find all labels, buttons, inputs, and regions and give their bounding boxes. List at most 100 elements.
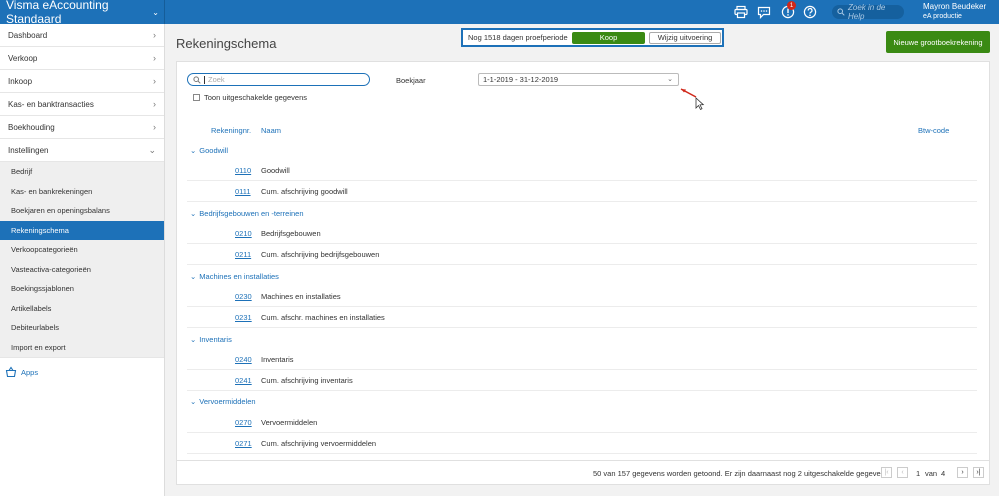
table-row[interactable]: 0211 Cum. afschrijving bedrijfsgebouwen bbox=[187, 244, 977, 265]
column-header-name[interactable]: Naam bbox=[261, 126, 281, 135]
sidebar-item-verkoop[interactable]: Verkoop › bbox=[0, 47, 164, 70]
column-header-vat[interactable]: Btw-code bbox=[918, 126, 949, 135]
sidebar-subitem-bedrijf[interactable]: Bedrijf bbox=[0, 162, 164, 182]
sidebar-item-inkoop[interactable]: Inkoop › bbox=[0, 70, 164, 93]
help-search-input[interactable]: Zoek in de Help bbox=[832, 3, 904, 21]
group-header[interactable]: ⌄ Inventaris bbox=[190, 335, 232, 344]
search-icon bbox=[193, 75, 201, 84]
user-name: Mayron Beudeker bbox=[923, 2, 987, 11]
group-header[interactable]: ⌄ Vervoermiddelen bbox=[190, 397, 256, 406]
first-page-button[interactable]: |‹ bbox=[881, 467, 892, 478]
prev-page-button[interactable]: ‹ bbox=[897, 467, 908, 478]
pagination-bar: 50 van 157 gegevens worden getoond. Er z… bbox=[176, 461, 990, 485]
sidebar-item-instellingen[interactable]: Instellingen ⌄ bbox=[0, 139, 164, 162]
chevron-down-icon: ⌄ bbox=[190, 272, 197, 281]
user-org: eA productie bbox=[923, 13, 962, 20]
chevron-right-icon: › bbox=[153, 76, 156, 86]
apps-label: Apps bbox=[21, 367, 39, 377]
table-row[interactable]: 0230 Machines en installaties bbox=[187, 286, 977, 307]
account-number-link[interactable]: 0271 bbox=[235, 439, 252, 448]
sidebar-subitem-vasteactiva[interactable]: Vasteactiva-categorieën bbox=[0, 260, 164, 280]
sidebar-subitem-artikellabels[interactable]: Artikellabels bbox=[0, 299, 164, 319]
chevron-down-icon: ⌄ bbox=[152, 8, 159, 17]
group-header[interactable]: ⌄ Machines en installaties bbox=[190, 272, 279, 281]
column-header-nr[interactable]: Rekeningnr. bbox=[211, 126, 251, 135]
sidebar-subitem-debiteurlabels[interactable]: Debiteurlabels bbox=[0, 318, 164, 338]
app-title: Visma eAccounting Standaard bbox=[6, 0, 109, 26]
help-icon[interactable] bbox=[803, 5, 817, 19]
buy-button[interactable]: Koop bbox=[572, 31, 645, 44]
table-row[interactable]: 0270 Vervoermiddelen bbox=[187, 412, 977, 433]
checkbox-box[interactable] bbox=[193, 94, 200, 101]
chevron-down-icon: ⌄ bbox=[190, 397, 197, 406]
sidebar-subitem-label: Debiteurlabels bbox=[11, 323, 59, 333]
chevron-right-icon: › bbox=[153, 53, 156, 63]
account-number-link[interactable]: 0110 bbox=[235, 166, 251, 175]
group-name: Inventaris bbox=[199, 335, 232, 344]
annotation-arrow-icon bbox=[680, 88, 705, 111]
group-header[interactable]: ⌄ Goodwill bbox=[190, 146, 228, 155]
sidebar-subitem-label: Bedrijf bbox=[11, 167, 33, 177]
account-number-link[interactable]: 0211 bbox=[235, 250, 251, 259]
account-name: Cum. afschrijving goodwill bbox=[261, 187, 348, 196]
sidebar-subitem-import-export[interactable]: Import en export bbox=[0, 338, 164, 358]
table-row[interactable]: 0241 Cum. afschrijving inventaris bbox=[187, 370, 977, 391]
chevron-down-icon: ⌄ bbox=[190, 335, 197, 344]
sidebar-subitem-kas-bankrekeningen[interactable]: Kas- en bankrekeningen bbox=[0, 182, 164, 202]
last-page-button[interactable]: ›| bbox=[973, 467, 984, 478]
sidebar-item-boekhouding[interactable]: Boekhouding › bbox=[0, 116, 164, 139]
sidebar-item-label: Verkoop bbox=[8, 53, 38, 63]
show-disabled-checkbox[interactable]: Toon uitgeschakelde gegevens bbox=[193, 93, 307, 102]
chevron-right-icon: › bbox=[153, 99, 156, 109]
page-title: Rekeningschema bbox=[176, 36, 277, 51]
account-number-link[interactable]: 0240 bbox=[235, 355, 252, 364]
account-name: Inventaris bbox=[261, 355, 294, 364]
sidebar-subitem-verkoopcategorieen[interactable]: Verkoopcategorieën bbox=[0, 240, 164, 260]
chat-icon[interactable] bbox=[757, 5, 771, 19]
top-bar: Visma eAccounting Standaard ⌄ 1 Zoek in … bbox=[0, 0, 999, 26]
account-number-link[interactable]: 0111 bbox=[235, 187, 251, 196]
sidebar-subitem-boekjaren[interactable]: Boekjaren en openingsbalans bbox=[0, 201, 164, 221]
page-of-label: van bbox=[925, 469, 938, 478]
account-number-link[interactable]: 0230 bbox=[235, 292, 252, 301]
sidebar-subitem-label: Vasteactiva-categorieën bbox=[11, 264, 91, 274]
table-row[interactable]: 0231 Cum. afschr. machines en installatie… bbox=[187, 307, 977, 328]
trial-text: Nog 1518 dagen proefperiode bbox=[468, 33, 568, 42]
app-switcher[interactable]: Visma eAccounting Standaard ⌄ bbox=[0, 0, 165, 26]
sidebar-subitem-rekeningschema[interactable]: Rekeningschema bbox=[0, 220, 164, 240]
accounts-panel: Zoek Boekjaar 1-1-2019 - 31-12-2019 ⌄ To… bbox=[176, 61, 990, 461]
change-edition-button[interactable]: Wijzig uitvoering bbox=[649, 31, 721, 44]
notification-badge: 1 bbox=[787, 1, 796, 10]
boekjaar-select[interactable]: 1-1-2019 - 31-12-2019 ⌄ bbox=[478, 73, 679, 86]
sidebar-subitem-label: Boekjaren en openingsbalans bbox=[11, 206, 110, 216]
search-icon bbox=[837, 8, 845, 16]
print-icon[interactable] bbox=[734, 5, 748, 19]
chevron-down-icon: ⌄ bbox=[190, 209, 197, 218]
sidebar-item-kas-bank[interactable]: Kas- en banktransacties › bbox=[0, 93, 164, 116]
sidebar-subitem-boekingssjablonen[interactable]: Boekingssjablonen bbox=[0, 279, 164, 299]
group-header[interactable]: ⌄ Bedrijfsgebouwen en -terreinen bbox=[190, 209, 304, 218]
table-row[interactable]: 0240 Inventaris bbox=[187, 349, 977, 370]
sidebar-item-dashboard[interactable]: Dashboard › bbox=[0, 24, 164, 47]
table-row[interactable]: 0210 Bedrijfsgebouwen bbox=[187, 223, 977, 244]
next-page-button[interactable]: › bbox=[957, 467, 968, 478]
sidebar-item-label: Boekhouding bbox=[8, 122, 55, 132]
sidebar-subitem-label: Rekeningschema bbox=[11, 225, 69, 235]
table-row[interactable]: 0111 Cum. afschrijving goodwill bbox=[187, 181, 977, 202]
sidebar-subitem-label: Verkoopcategorieën bbox=[11, 245, 78, 255]
apps-link[interactable]: Apps bbox=[5, 366, 38, 378]
show-disabled-label: Toon uitgeschakelde gegevens bbox=[204, 93, 307, 102]
account-name: Vervoermiddelen bbox=[261, 418, 318, 427]
chevron-right-icon: › bbox=[153, 122, 156, 132]
user-menu[interactable]: Mayron Beudeker eA productie bbox=[923, 2, 986, 22]
account-number-link[interactable]: 0231 bbox=[235, 313, 252, 322]
account-number-link[interactable]: 0241 bbox=[235, 376, 252, 385]
table-row[interactable]: 0271 Cum. afschrijving vervoermiddelen bbox=[187, 433, 977, 454]
search-input[interactable]: Zoek bbox=[187, 73, 370, 86]
account-number-link[interactable]: 0270 bbox=[235, 418, 252, 427]
chevron-down-icon: ⌄ bbox=[148, 145, 156, 155]
new-account-button[interactable]: Nieuwe grootboekrekening bbox=[886, 31, 990, 53]
table-row[interactable]: 0110 Goodwill bbox=[187, 160, 977, 181]
sidebar-subitem-label: Kas- en bankrekeningen bbox=[11, 186, 93, 196]
account-number-link[interactable]: 0210 bbox=[235, 229, 252, 238]
